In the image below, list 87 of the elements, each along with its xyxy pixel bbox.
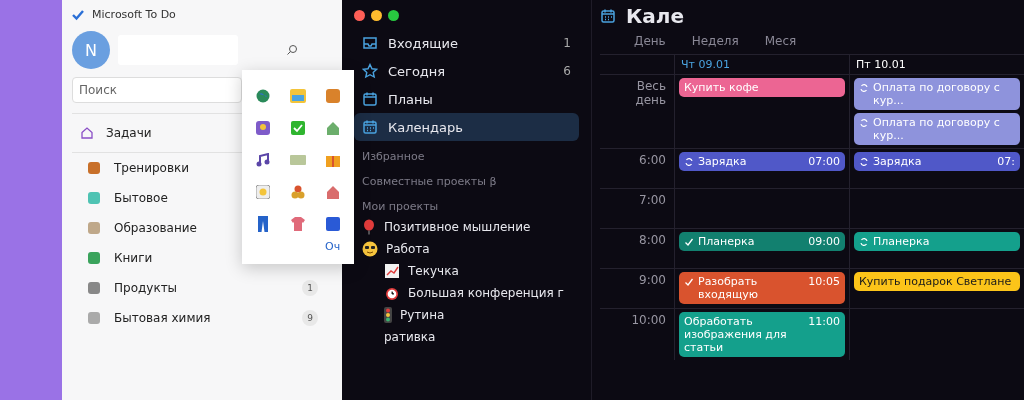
sidebar-item[interactable]: Планы <box>354 85 579 113</box>
app-title: Microsoft To Do <box>92 8 176 21</box>
list-item[interactable]: Образование <box>72 213 332 243</box>
check-icon <box>684 237 694 247</box>
task-count: 9 <box>302 310 318 326</box>
item-count: 6 <box>563 64 571 78</box>
chart-icon <box>384 263 400 279</box>
day-header: Чт 09.01 <box>674 55 849 74</box>
house-icon[interactable] <box>325 121 340 135</box>
calendar-cell[interactable] <box>849 188 1024 228</box>
repeat-icon <box>859 83 869 93</box>
calendar-cell[interactable]: Планерка 09:00 <box>674 228 849 268</box>
calendar-day-icon <box>362 91 378 107</box>
square-icon[interactable] <box>325 217 340 231</box>
view-tab[interactable]: Меся <box>760 32 801 52</box>
frame-icon[interactable] <box>256 185 271 199</box>
check-icon <box>72 8 84 21</box>
calendar-cell[interactable] <box>674 188 849 228</box>
balloon-icon <box>362 219 376 235</box>
calendar-cell[interactable]: Купить подарок Светлане <box>849 268 1024 308</box>
minimize-button[interactable] <box>371 10 382 21</box>
fruit-icon[interactable] <box>291 185 305 199</box>
sunglasses-face-icon <box>362 241 378 257</box>
project-item[interactable]: Рутина <box>354 304 579 326</box>
project-item[interactable]: Текучка <box>354 260 579 282</box>
calendar-event[interactable]: Купить кофе <box>679 78 845 97</box>
trousers-icon[interactable] <box>258 216 269 232</box>
zoom-button[interactable] <box>388 10 399 21</box>
repeat-icon <box>859 237 869 247</box>
calendar-cell[interactable]: Планерка <box>849 228 1024 268</box>
time-label: 9:00 <box>600 268 674 308</box>
repeat-icon <box>859 157 869 167</box>
project-item[interactable]: ративка <box>354 326 579 348</box>
calendar-cell[interactable]: Зарядка 07:00 <box>674 148 849 188</box>
time-label: 10:00 <box>600 308 674 360</box>
sidebar-item[interactable]: Сегодня 6 <box>354 57 579 85</box>
section-heading: Мои проекты <box>361 199 440 215</box>
calendar-icon <box>600 8 616 24</box>
list-item[interactable]: Тренировки <box>72 153 332 183</box>
gift-icon[interactable] <box>325 153 340 167</box>
checkbox-icon[interactable] <box>291 121 305 135</box>
calendar-event[interactable]: Купить подарок Светлане <box>854 272 1020 291</box>
inbox-icon <box>362 35 378 51</box>
shirt-icon[interactable] <box>291 217 305 231</box>
globe-icon[interactable] <box>256 89 271 103</box>
list-item[interactable]: Продукты 1 <box>72 273 332 303</box>
alarm-clock-icon <box>384 285 400 301</box>
list-item[interactable]: Бытовое <box>72 183 332 213</box>
view-tab[interactable]: Неделя <box>687 32 743 52</box>
item-count: 1 <box>563 36 571 50</box>
time-label: 7:00 <box>600 188 674 228</box>
search-field[interactable]: Поиск <box>72 77 242 103</box>
calendar-icon <box>362 119 378 135</box>
task-count: 1 <box>302 280 318 296</box>
star-icon <box>362 63 378 79</box>
day-header: Пт 10.01 <box>849 55 1024 74</box>
music-note-icon[interactable] <box>256 153 271 167</box>
calendar-cell[interactable]: Зарядка 07: <box>849 148 1024 188</box>
sidebar-item[interactable]: Входящие 1 <box>354 29 579 57</box>
house-icon[interactable] <box>325 185 340 199</box>
calendar-event[interactable]: Зарядка 07: <box>854 152 1020 171</box>
calendar-event[interactable]: Планерка <box>854 232 1020 251</box>
close-button[interactable] <box>354 10 365 21</box>
person-icon[interactable] <box>256 121 271 135</box>
repeat-icon <box>684 157 694 167</box>
traffic-light-icon <box>384 307 392 323</box>
view-tab[interactable]: День <box>630 32 670 52</box>
time-label: 8:00 <box>600 228 674 268</box>
repeat-icon <box>859 118 869 128</box>
section-heading: Совместные проекты β <box>361 174 498 190</box>
link[interactable]: Оч <box>325 240 341 253</box>
list-item[interactable]: Бытовая химия 9 <box>72 303 332 333</box>
sidebar-item[interactable]: Календарь <box>354 113 579 141</box>
check-icon <box>684 277 694 287</box>
calendar-title: Кале <box>626 4 685 28</box>
project-item[interactable]: Большая конференция г <box>354 282 579 304</box>
calendar-event[interactable]: Планерка 09:00 <box>679 232 845 251</box>
time-label: Весь день <box>600 74 674 148</box>
calendar-cell[interactable]: Купить кофе <box>674 74 849 148</box>
time-label: 6:00 <box>600 148 674 188</box>
project-item[interactable]: Позитивное мышление <box>354 216 579 238</box>
home-icon <box>80 126 94 140</box>
section-heading: Избранное <box>361 149 426 165</box>
calendar-cell[interactable] <box>849 308 1024 360</box>
calendar-event[interactable]: Зарядка 07:00 <box>679 152 845 171</box>
project-item[interactable]: Работа <box>354 238 579 260</box>
search-icon[interactable] <box>286 44 298 56</box>
